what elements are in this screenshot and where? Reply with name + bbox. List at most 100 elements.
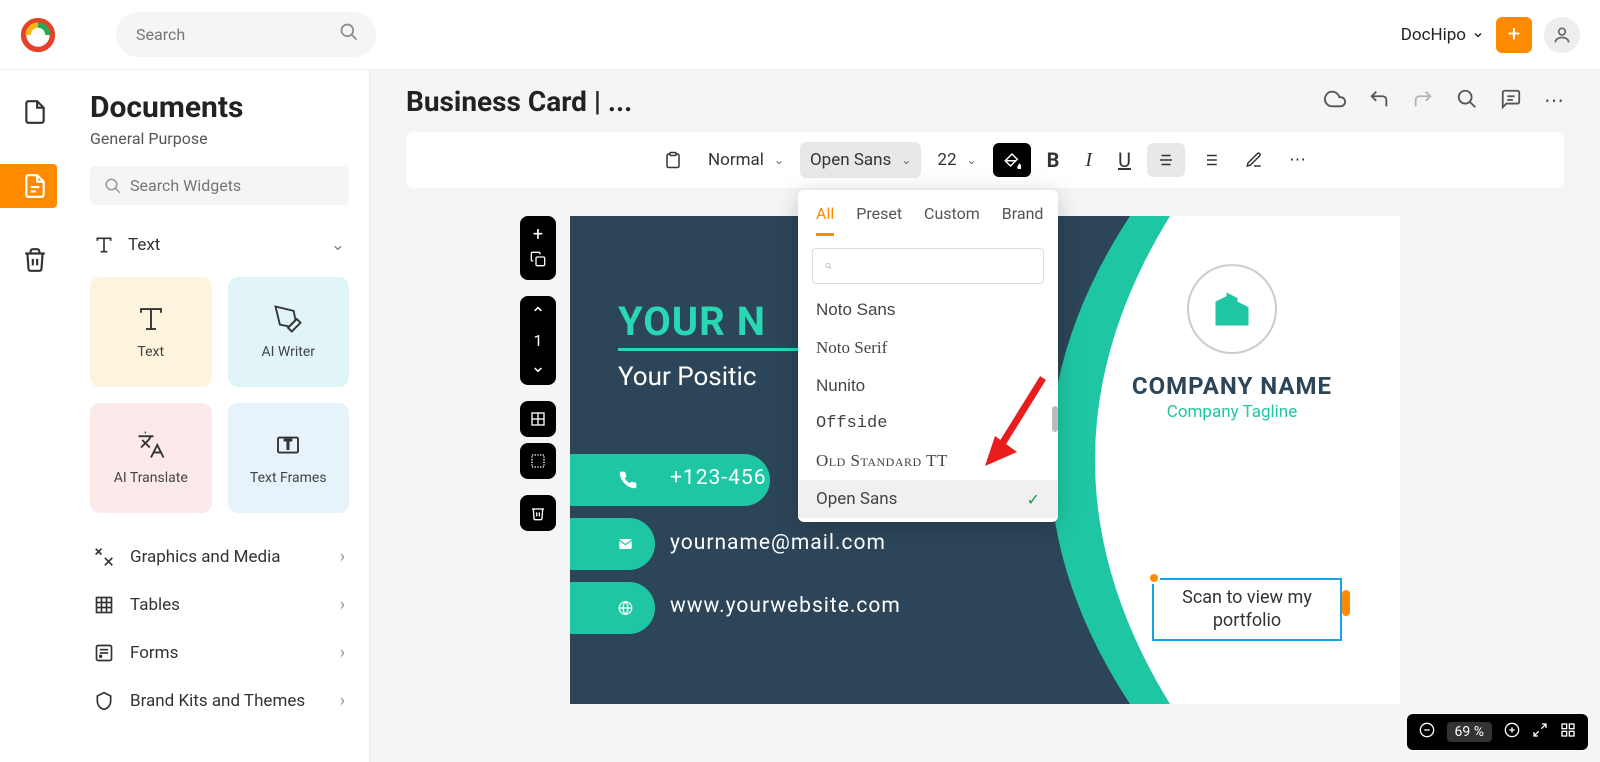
widget-text-frames[interactable]: T Text Frames xyxy=(228,403,350,513)
bold-button[interactable]: B xyxy=(1037,140,1070,180)
text-style-selector[interactable]: Normal⌄ xyxy=(698,142,794,178)
web-pill[interactable] xyxy=(570,582,655,634)
clipboard-button[interactable] xyxy=(654,143,692,177)
font-option[interactable]: Noto Sans xyxy=(798,298,1058,329)
page-add-group: + xyxy=(520,216,556,280)
category-tables[interactable]: Tables› xyxy=(90,581,349,629)
company-tagline[interactable]: Company Tagline xyxy=(1102,402,1362,422)
font-option[interactable]: Nunito xyxy=(798,367,1058,405)
selection-side-handle[interactable] xyxy=(1342,590,1350,616)
font-tab-custom[interactable]: Custom xyxy=(924,204,980,236)
zoom-percentage[interactable]: 69 % xyxy=(1447,722,1492,742)
widget-ai-translate[interactable]: AI Translate xyxy=(90,403,212,513)
add-page-button[interactable]: + xyxy=(533,224,543,245)
company-logo[interactable] xyxy=(1187,264,1277,354)
rail-trash-icon[interactable] xyxy=(13,238,57,282)
left-rail xyxy=(0,70,70,762)
font-option[interactable]: Noto Serif xyxy=(798,329,1058,367)
category-brand-kits[interactable]: Brand Kits and Themes› xyxy=(90,677,349,725)
font-option[interactable]: Open Sans✓ xyxy=(798,480,1058,518)
card-name[interactable]: YOUR N xyxy=(618,298,766,345)
side-panel: Documents General Purpose Text ⌄ Text AI… xyxy=(70,70,370,762)
document-title[interactable]: Business Card | ... xyxy=(406,85,632,118)
user-icon xyxy=(1552,25,1572,45)
font-tab-preset[interactable]: Preset xyxy=(856,204,902,236)
category-forms[interactable]: Forms› xyxy=(90,629,349,677)
new-document-button[interactable]: + xyxy=(1496,17,1532,53)
company-name[interactable]: COMPANY NAME xyxy=(1102,372,1362,400)
card-position[interactable]: Your Positic xyxy=(618,362,756,392)
redo-button[interactable] xyxy=(1412,88,1434,115)
global-search[interactable] xyxy=(116,12,376,57)
selection-handle[interactable] xyxy=(1148,572,1160,584)
font-list[interactable]: Noto SansNoto SerifNunitoOffsideOld Stan… xyxy=(798,296,1058,522)
check-icon: ✓ xyxy=(1027,490,1040,509)
qr-code[interactable] xyxy=(1200,481,1290,571)
card-phone[interactable]: +123-456 xyxy=(670,466,767,490)
card-email[interactable]: yourname@mail.com xyxy=(670,531,886,555)
workspace-selector[interactable]: DocHipo xyxy=(1401,25,1484,45)
font-search[interactable] xyxy=(812,248,1044,284)
widget-text[interactable]: Text xyxy=(90,277,212,387)
panel-subtitle: General Purpose xyxy=(90,129,349,148)
font-tab-brand[interactable]: Brand xyxy=(1002,204,1044,236)
zoom-out-button[interactable] xyxy=(1419,722,1435,742)
scrollbar-thumb[interactable] xyxy=(1052,406,1058,432)
more-button[interactable]: ⋯ xyxy=(1544,88,1564,115)
chevron-right-icon: › xyxy=(340,691,345,711)
undo-button[interactable] xyxy=(1368,88,1390,115)
card-web[interactable]: www.yourwebsite.com xyxy=(670,594,901,618)
fullscreen-button[interactable] xyxy=(1532,722,1548,742)
font-selector[interactable]: Open Sans⌄ xyxy=(800,142,921,178)
cloud-sync-icon[interactable] xyxy=(1324,88,1346,115)
italic-button[interactable]: I xyxy=(1075,141,1102,180)
user-avatar-button[interactable] xyxy=(1544,17,1580,53)
email-icon xyxy=(618,534,633,554)
font-dropdown[interactable]: All Preset Custom Brand Noto SansNoto Se… xyxy=(798,190,1058,522)
fill-color-button[interactable] xyxy=(993,143,1031,177)
chevron-right-icon: › xyxy=(340,643,345,663)
page-next-button[interactable]: ⌄ xyxy=(530,356,545,377)
table-icon xyxy=(94,595,114,615)
delete-page-button[interactable] xyxy=(520,495,556,531)
shield-icon xyxy=(94,691,114,711)
font-tab-all[interactable]: All xyxy=(816,204,834,236)
global-search-input[interactable] xyxy=(136,25,339,44)
font-size-selector[interactable]: 22⌄ xyxy=(927,142,986,178)
widget-ai-writer[interactable]: AI Writer xyxy=(228,277,350,387)
rail-documents-icon[interactable] xyxy=(13,90,57,134)
font-option[interactable]: Offside xyxy=(798,405,1058,442)
selected-text-scan[interactable]: Scan to view my portfolio xyxy=(1152,578,1342,641)
chevron-down-icon xyxy=(1472,29,1484,41)
frame-icon: T xyxy=(273,430,303,460)
grid-view-button[interactable] xyxy=(1560,722,1576,742)
align-button[interactable] xyxy=(1147,143,1185,177)
list-button[interactable] xyxy=(1191,143,1229,177)
layout-button[interactable] xyxy=(520,401,556,437)
company-block[interactable]: COMPANY NAME Company Tagline xyxy=(1102,264,1362,422)
zoom-bar: 69 % xyxy=(1407,714,1588,750)
page-prev-button[interactable]: ⌃ xyxy=(530,304,545,325)
highlight-button[interactable] xyxy=(1235,143,1273,177)
search-button[interactable] xyxy=(1456,88,1478,115)
comment-button[interactable] xyxy=(1500,88,1522,115)
chevron-down-icon: ⌄ xyxy=(331,235,345,255)
search-icon xyxy=(104,177,122,195)
translate-icon xyxy=(136,430,166,460)
grid-button[interactable] xyxy=(520,443,556,479)
text-toolbar: Normal⌄ Open Sans⌄ 22⌄ B I U ⋯ xyxy=(406,132,1564,188)
category-graphics[interactable]: Graphics and Media› xyxy=(90,533,349,581)
duplicate-page-button[interactable] xyxy=(530,251,546,272)
underline-button[interactable]: U xyxy=(1108,140,1141,180)
svg-text:T: T xyxy=(285,438,293,453)
toolbar-more-button[interactable]: ⋯ xyxy=(1279,142,1316,178)
font-search-input[interactable] xyxy=(832,257,1031,275)
widget-search[interactable] xyxy=(90,166,349,205)
email-pill[interactable] xyxy=(570,518,655,570)
panel-title: Documents xyxy=(90,90,349,125)
font-option[interactable]: Old Standard TT xyxy=(798,442,1058,480)
rail-editor-icon[interactable] xyxy=(0,164,57,208)
section-text[interactable]: Text ⌄ xyxy=(90,225,349,265)
widget-search-input[interactable] xyxy=(130,176,335,195)
zoom-in-button[interactable] xyxy=(1504,722,1520,742)
